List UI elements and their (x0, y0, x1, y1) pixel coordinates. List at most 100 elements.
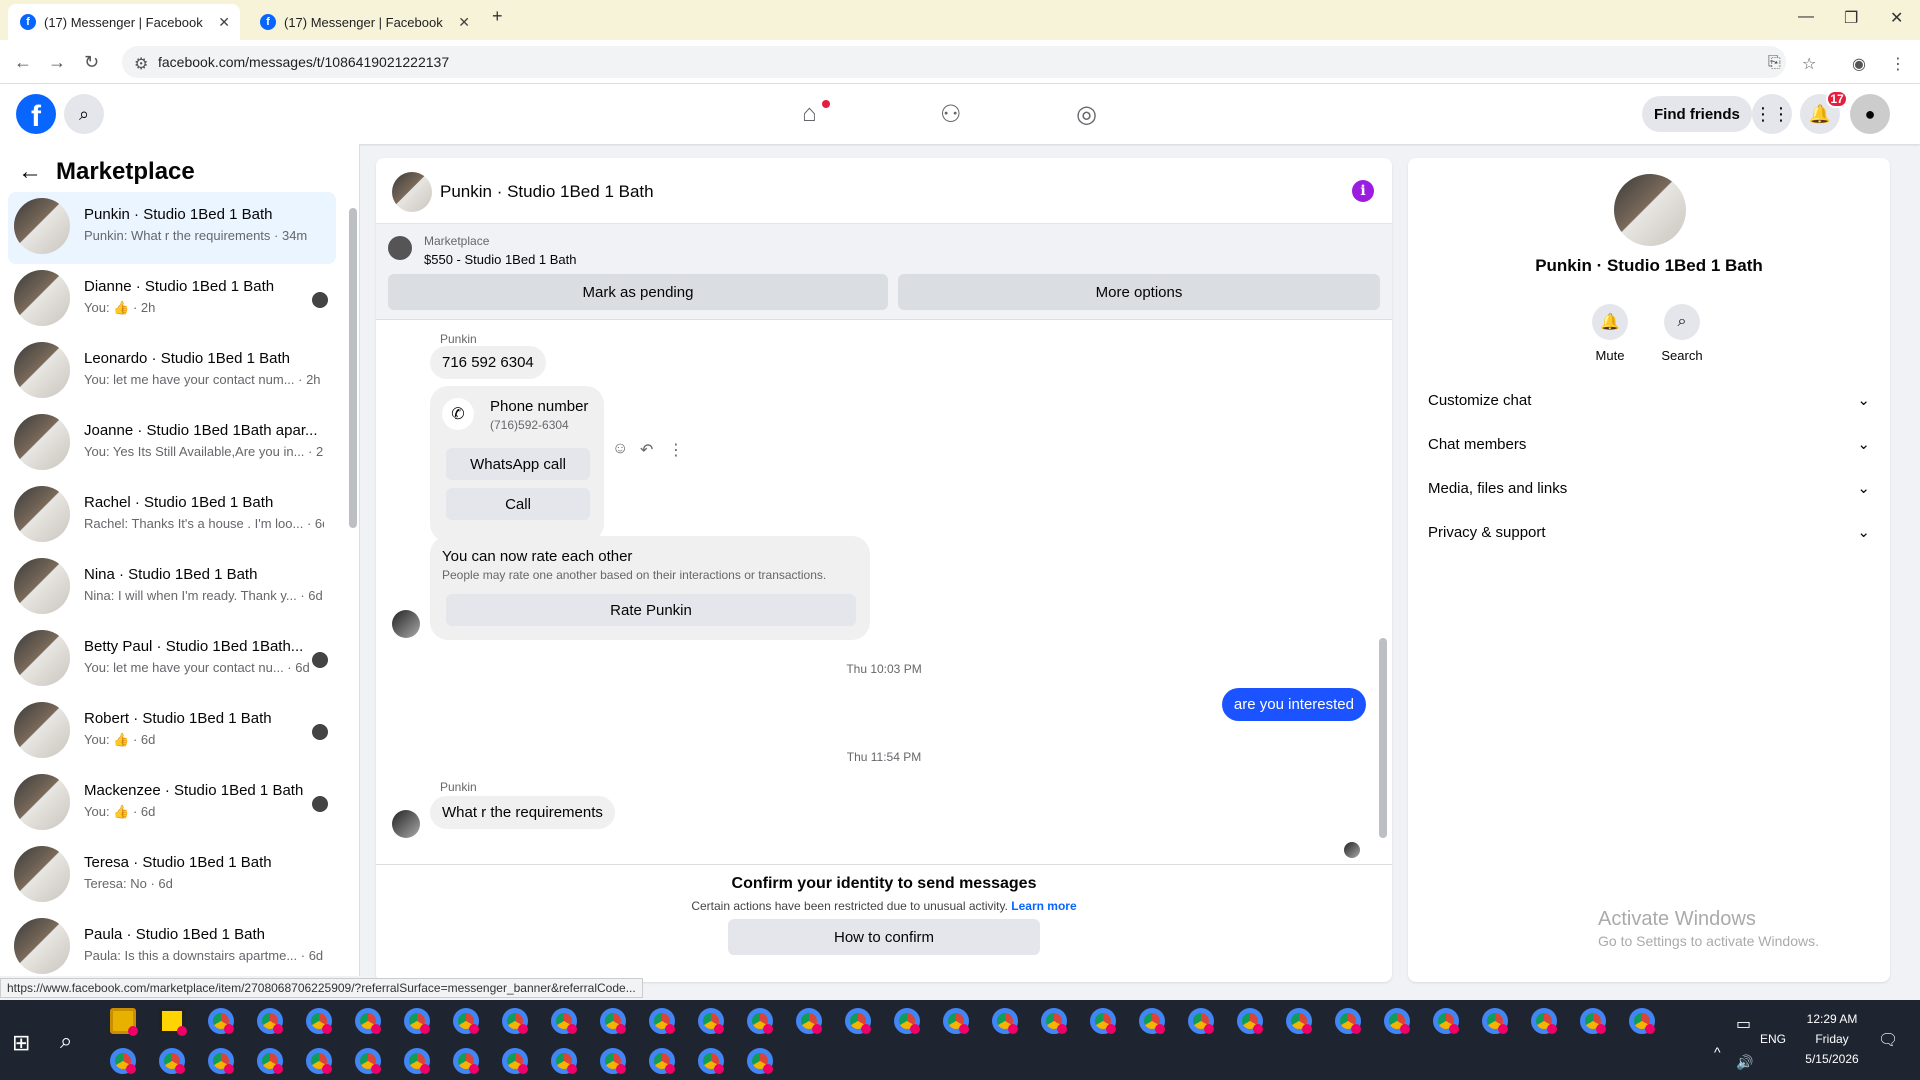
conversation-item[interactable]: Robert · Studio 1Bed 1 Bath You: 👍 · 6d (8, 696, 336, 768)
clock-date[interactable]: 5/15/2026 (1800, 1052, 1864, 1066)
chrome-profile-icon[interactable] (208, 1008, 234, 1034)
chrome-profile-icon[interactable] (208, 1048, 234, 1074)
profile-icon[interactable]: ◉ (1852, 54, 1866, 74)
chrome-profile-icon[interactable] (1335, 1008, 1361, 1034)
learn-more-link[interactable]: Learn more (1011, 899, 1076, 913)
section-privacy-support[interactable]: Privacy & support ⌄ (1424, 514, 1874, 550)
action-center-icon[interactable]: 🗨 (1878, 1030, 1898, 1050)
close-tab-icon[interactable]: ✕ (218, 14, 230, 31)
chrome-profile-icon[interactable] (600, 1008, 626, 1034)
close-window-icon[interactable]: ✕ (1890, 8, 1903, 28)
message-bubble[interactable]: 716 592 6304 (430, 346, 546, 379)
whatsapp-call-button[interactable]: WhatsApp call (446, 448, 590, 480)
reply-icon[interactable]: ↶ (640, 440, 653, 460)
section-media-files[interactable]: Media, files and links ⌄ (1424, 470, 1874, 506)
chrome-profile-icon[interactable] (159, 1048, 185, 1074)
chrome-profile-icon[interactable] (551, 1008, 577, 1034)
section-customize-chat[interactable]: Customize chat ⌄ (1424, 382, 1874, 418)
chat-scrollbar[interactable] (1379, 638, 1387, 838)
conversation-item[interactable]: Punkin · Studio 1Bed 1 Bath Punkin: What … (8, 192, 336, 264)
call-button[interactable]: Call (446, 488, 590, 520)
more-actions-icon[interactable]: ⋮ (668, 440, 684, 460)
chrome-profile-icon[interactable] (1286, 1008, 1312, 1034)
back-arrow-icon[interactable]: ← (18, 158, 42, 186)
conversation-item[interactable]: Betty Paul · Studio 1Bed 1Bath... You: le… (8, 624, 336, 696)
facebook-logo-icon[interactable]: f (16, 94, 56, 134)
taskbar-search-icon[interactable]: ⌕ (60, 1028, 72, 1054)
chrome-profile-icon[interactable] (257, 1008, 283, 1034)
groups-icon[interactable]: ◎ (1076, 100, 1097, 129)
listing-title[interactable]: $550 - Studio 1Bed 1 Bath (424, 252, 577, 267)
chrome-profile-icon[interactable] (502, 1048, 528, 1074)
more-options-button[interactable]: More options (898, 274, 1380, 310)
chrome-profile-icon[interactable] (845, 1008, 871, 1034)
friends-icon[interactable]: ⚇ (940, 100, 962, 129)
file-explorer-icon[interactable] (110, 1008, 138, 1036)
find-friends-button[interactable]: Find friends (1642, 96, 1752, 132)
chrome-profile-icon[interactable] (502, 1008, 528, 1034)
chrome-profile-icon[interactable] (1384, 1008, 1410, 1034)
clock-day[interactable]: Friday (1800, 1032, 1864, 1046)
tray-chevron-icon[interactable]: ^ (1714, 1044, 1721, 1060)
site-info-icon[interactable]: ⚙ (134, 54, 148, 74)
section-chat-members[interactable]: Chat members ⌄ (1424, 426, 1874, 462)
install-icon[interactable]: ⎘ (1768, 54, 1781, 72)
chrome-profile-icon[interactable] (551, 1048, 577, 1074)
language-indicator[interactable]: ENG (1760, 1032, 1786, 1046)
message-bubble[interactable]: What r the requirements (430, 796, 615, 829)
close-tab-icon[interactable]: ✕ (458, 14, 470, 31)
minimize-icon[interactable]: — (1798, 8, 1814, 26)
chrome-profile-icon[interactable] (1433, 1008, 1459, 1034)
mark-pending-button[interactable]: Mark as pending (388, 274, 888, 310)
chrome-profile-icon[interactable] (110, 1048, 136, 1074)
chrome-profile-icon[interactable] (796, 1008, 822, 1034)
chrome-profile-icon[interactable] (943, 1008, 969, 1034)
chrome-profile-icon[interactable] (355, 1048, 381, 1074)
chrome-profile-icon[interactable] (894, 1008, 920, 1034)
chrome-profile-icon[interactable] (1090, 1008, 1116, 1034)
react-emoji-icon[interactable]: ☺ (612, 440, 628, 458)
chrome-profile-icon[interactable] (747, 1048, 773, 1074)
menu-grid-icon[interactable]: ⋮⋮ (1752, 94, 1792, 134)
clock-time[interactable]: 12:29 AM (1800, 1012, 1864, 1026)
chrome-profile-icon[interactable] (257, 1048, 283, 1074)
chrome-profile-icon[interactable] (698, 1008, 724, 1034)
how-to-confirm-button[interactable]: How to confirm (728, 919, 1040, 955)
browser-tab-2[interactable]: f (17) Messenger | Facebook ✕ (248, 4, 480, 40)
conversation-item[interactable]: Mackenzee · Studio 1Bed 1 Bath You: 👍 · 6… (8, 768, 336, 840)
search-icon[interactable]: ⌕ (64, 94, 104, 134)
url-input[interactable]: facebook.com/messages/t/1086419021222137 (122, 46, 1786, 78)
conversation-item[interactable]: Teresa · Studio 1Bed 1 Bath Teresa: No · … (8, 840, 336, 912)
restore-icon[interactable]: ❐ (1844, 8, 1858, 28)
conversation-item[interactable]: Nina · Studio 1Bed 1 Bath Nina: I will wh… (8, 552, 336, 624)
chrome-profile-icon[interactable] (698, 1048, 724, 1074)
profile-avatar[interactable] (1614, 174, 1686, 246)
chrome-profile-icon[interactable] (1041, 1008, 1067, 1034)
chat-avatar[interactable] (392, 172, 432, 212)
chrome-profile-icon[interactable] (453, 1048, 479, 1074)
my-message-bubble[interactable]: are you interested (1221, 688, 1366, 721)
back-icon[interactable]: ← (14, 52, 32, 73)
conversation-item[interactable]: Leonardo · Studio 1Bed 1 Bath You: let me… (8, 336, 336, 408)
chrome-profile-icon[interactable] (1629, 1008, 1655, 1034)
bookmark-star-icon[interactable]: ☆ (1802, 54, 1816, 74)
sticky-notes-icon[interactable] (159, 1008, 187, 1036)
chrome-profile-icon[interactable] (649, 1048, 675, 1074)
windows-start-icon[interactable]: ⊞ (12, 1030, 30, 1056)
home-icon[interactable]: ⌂ (802, 100, 817, 128)
chat-title[interactable]: Punkin · Studio 1Bed 1 Bath (440, 182, 654, 202)
chrome-profile-icon[interactable] (404, 1008, 430, 1034)
rate-button[interactable]: Rate Punkin (446, 594, 856, 626)
conversation-item[interactable]: Dianne · Studio 1Bed 1 Bath You: 👍 · 2h (8, 264, 336, 336)
reload-icon[interactable]: ↻ (84, 52, 99, 73)
chrome-profile-icon[interactable] (1237, 1008, 1263, 1034)
conversation-item[interactable]: Rachel · Studio 1Bed 1 Bath Rachel: Thank… (8, 480, 336, 552)
chrome-profile-icon[interactable] (355, 1008, 381, 1034)
search-button[interactable]: ⌕ Search (1642, 304, 1722, 363)
chrome-profile-icon[interactable] (453, 1008, 479, 1034)
sender-avatar[interactable] (392, 610, 420, 638)
chrome-profile-icon[interactable] (747, 1008, 773, 1034)
new-tab-icon[interactable]: + (492, 6, 503, 27)
info-icon[interactable]: i (1352, 180, 1374, 202)
volume-icon[interactable]: 🔊 (1736, 1054, 1753, 1071)
